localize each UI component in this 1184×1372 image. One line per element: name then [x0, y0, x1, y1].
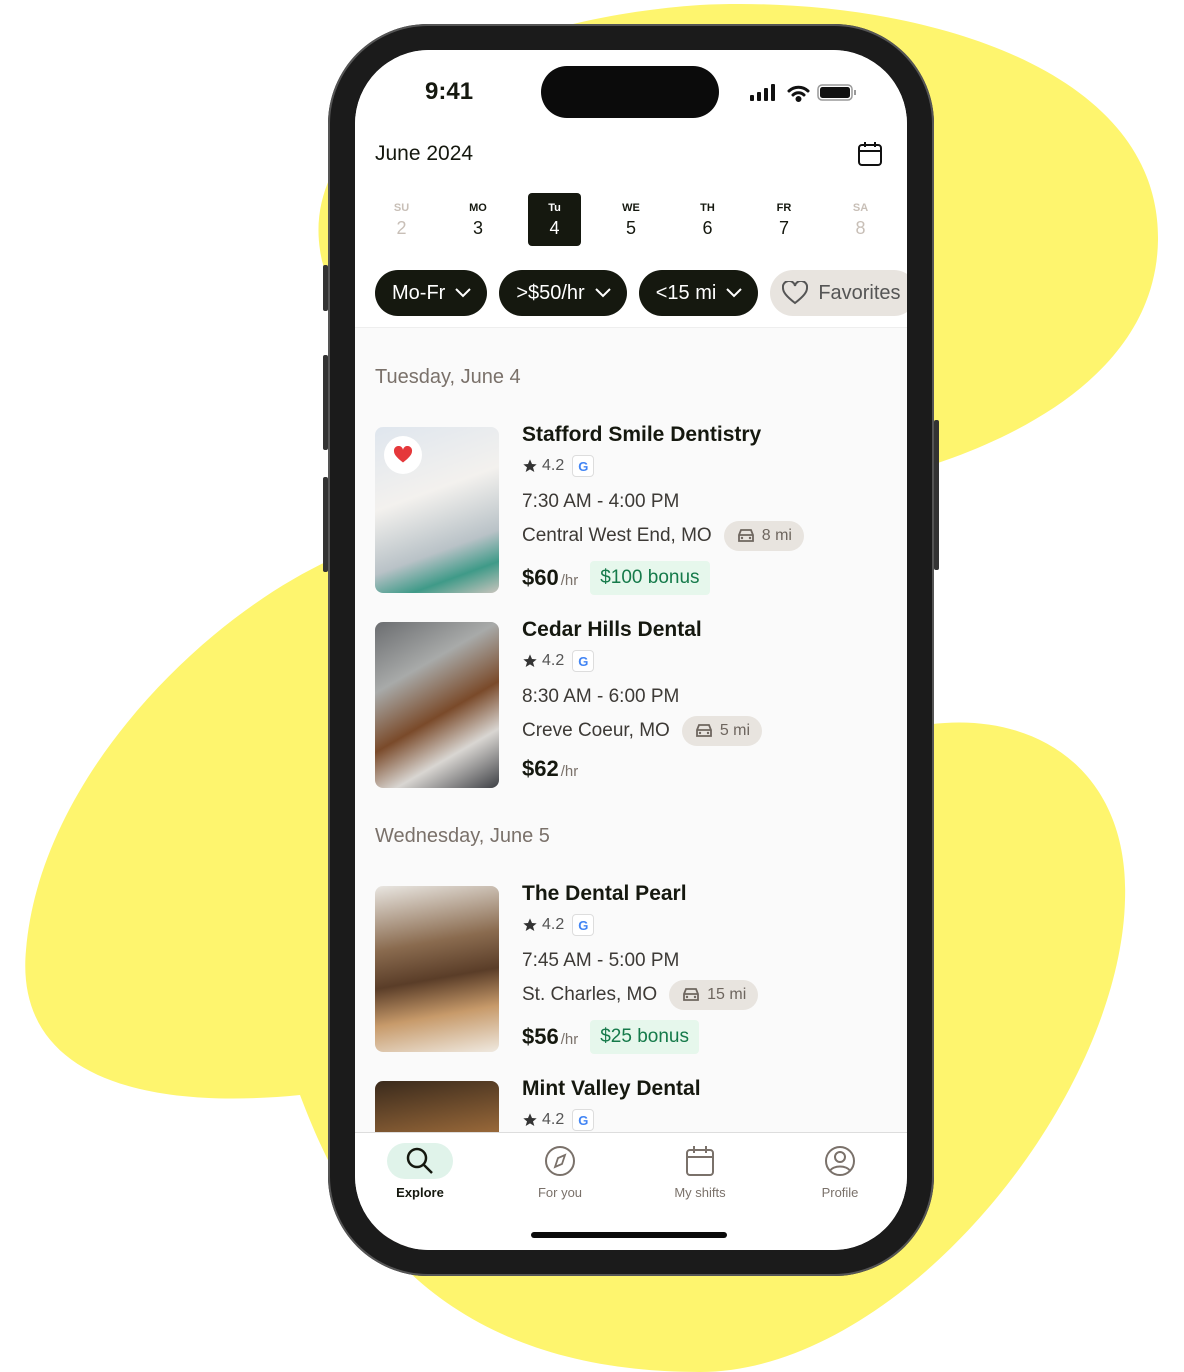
clinic-name: Cedar Hills Dental [522, 618, 702, 641]
day-fr[interactable]: FR 7 [758, 193, 811, 246]
location: Creve Coeur, MO [522, 720, 670, 741]
filter-bar: Mo-Fr >$50/hr <15 mi Favorites [375, 270, 907, 316]
day-sa[interactable]: SA 8 [834, 193, 887, 246]
clinic-photo [375, 622, 499, 788]
bonus-badge: $100 bonus [590, 561, 710, 595]
star-icon [523, 654, 537, 667]
google-icon: G [572, 1109, 595, 1131]
location: St. Charles, MO [522, 984, 658, 1005]
clinic-name: The Dental Pearl [522, 882, 687, 905]
google-icon: G [572, 650, 595, 672]
week-day-picker: SU 2 MO 3 Tu 4 WE 5 TH 6 FR 7 SA 8 [375, 193, 887, 246]
distance-badge: 8 mi [723, 521, 804, 551]
wifi-icon [787, 85, 810, 102]
home-indicator [531, 1232, 727, 1238]
filter-chip[interactable]: >$50/hr [499, 270, 627, 316]
filter-chip[interactable]: <15 mi [638, 270, 759, 316]
clinic-photo [375, 886, 499, 1052]
search-icon [387, 1143, 453, 1179]
chevron-down-icon [726, 288, 743, 298]
hourly-rate: $60/hr [522, 565, 579, 590]
day-mo[interactable]: MO 3 [452, 193, 505, 246]
clinic-photo [375, 427, 499, 593]
battery-icon [817, 84, 856, 101]
rating: 4.2 G [522, 1109, 701, 1131]
rating: 4.2 G [522, 455, 804, 477]
rating: 4.2 G [522, 650, 762, 672]
star-icon [523, 1113, 537, 1126]
google-icon: G [572, 455, 595, 477]
day-tu[interactable]: Tu 4 [528, 193, 581, 246]
tab-for-you[interactable]: For you [500, 1143, 620, 1200]
distance-badge: 15 mi [669, 980, 759, 1010]
star-icon [523, 918, 537, 931]
tab-explore[interactable]: Explore [360, 1143, 480, 1200]
status-time: 9:41 [425, 78, 474, 105]
rating: 4.2 G [522, 914, 758, 936]
hourly-rate: $62/hr [522, 756, 579, 781]
star-icon [523, 459, 537, 472]
app-screen: 9:41 June 2024 SU 2 MO 3 Tu 4 WE 5 TH 6 FR 7 SA 8 Mo-… [355, 50, 907, 1250]
section-date-header: Tuesday, June 4 [375, 366, 521, 388]
tab-my-shifts[interactable]: My shifts [640, 1143, 760, 1200]
shift-listing-card[interactable]: Stafford Smile Dentistry 4.2 G 7:30 AM - … [375, 423, 895, 597]
shift-hours: 7:45 AM - 5:00 PM [522, 950, 680, 971]
chevron-down-icon [595, 288, 611, 298]
car-icon [683, 988, 700, 1001]
day-th[interactable]: TH 6 [681, 193, 734, 246]
location: Central West End, MO [522, 525, 712, 546]
month-title: June 2024 [375, 142, 474, 165]
car-icon [695, 724, 712, 737]
heart-icon [782, 281, 809, 305]
bonus-badge: $25 bonus [590, 1020, 699, 1054]
hourly-rate: $56/hr [522, 1024, 579, 1049]
compass-icon [527, 1143, 593, 1179]
status-icons [750, 84, 856, 102]
car-icon [737, 529, 754, 542]
google-icon: G [572, 914, 595, 936]
chevron-down-icon [455, 288, 472, 298]
heart-filled-icon [393, 446, 413, 463]
tab-profile[interactable]: Profile [780, 1143, 900, 1200]
favorite-button[interactable] [384, 436, 422, 474]
calendar-icon [667, 1143, 733, 1179]
shift-listing-card[interactable]: The Dental Pearl 4.2 G 7:45 AM - 5:00 PM … [375, 882, 895, 1056]
shift-listing-card[interactable]: Cedar Hills Dental 4.2 G 8:30 AM - 6:00 P… [375, 618, 895, 792]
filter-chip[interactable]: Favorites [770, 270, 907, 316]
day-we[interactable]: WE 5 [605, 193, 658, 246]
filter-chip[interactable]: Mo-Fr [375, 270, 488, 316]
clinic-name: Stafford Smile Dentistry [522, 423, 762, 446]
dynamic-island [541, 66, 719, 118]
clinic-name: Mint Valley Dental [522, 1077, 701, 1100]
shift-hours: 8:30 AM - 6:00 PM [522, 686, 680, 707]
signal-icon [750, 84, 775, 101]
user-icon [807, 1143, 873, 1179]
distance-badge: 5 mi [681, 716, 763, 746]
calendar-icon[interactable] [857, 141, 883, 167]
section-date-header: Wednesday, June 5 [375, 825, 550, 847]
day-su[interactable]: SU 2 [375, 193, 428, 246]
shift-hours: 7:30 AM - 4:00 PM [522, 491, 680, 512]
